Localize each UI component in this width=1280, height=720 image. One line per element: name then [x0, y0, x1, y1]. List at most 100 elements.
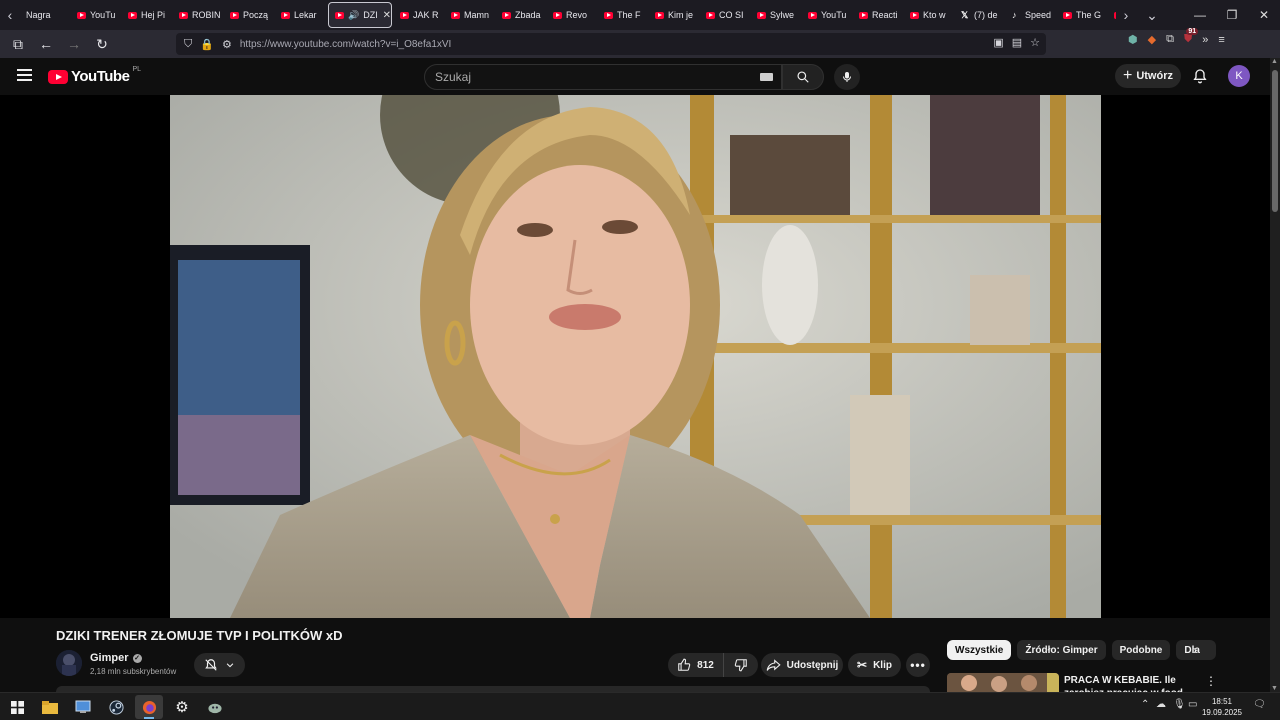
clip-button[interactable]: ✂ Klip [848, 653, 901, 677]
page-scrollbar[interactable]: ▲ ▼ [1270, 58, 1280, 692]
microphone-tray-icon[interactable]: 🎙 [1173, 699, 1186, 710]
close-window-icon[interactable]: ✕ [1248, 0, 1280, 30]
reload-icon[interactable]: ↻ [90, 32, 114, 56]
minimize-icon[interactable]: — [1184, 0, 1216, 30]
tabs-scroll-right-button[interactable]: › [1116, 0, 1136, 30]
search-input[interactable]: Szukaj [424, 64, 782, 90]
picture-in-picture-icon[interactable]: ▣ [993, 36, 1003, 49]
extensions-puzzle-icon[interactable]: ⧉ [1166, 33, 1174, 46]
maximize-icon[interactable]: ❐ [1216, 0, 1248, 30]
browser-tab[interactable]: The G [1057, 2, 1108, 28]
permissions-icon[interactable]: ⚙ [222, 38, 232, 51]
scrollbar-thumb[interactable] [1272, 70, 1278, 212]
file-explorer-icon[interactable] [36, 695, 64, 719]
steam-icon[interactable] [102, 695, 130, 719]
system-clock[interactable]: 18:51 19.09.2025 [1200, 696, 1244, 718]
more-vertical-icon[interactable]: ⋮ [1205, 674, 1217, 688]
voice-search-button[interactable] [834, 64, 860, 90]
tab-label: Mamn [464, 10, 490, 20]
tab-label: Kto w [923, 10, 946, 20]
browser-tab[interactable]: Reacti [853, 2, 904, 28]
lock-icon[interactable]: 🔒 [200, 38, 214, 51]
like-button[interactable]: 812 [668, 653, 724, 677]
browser-tab[interactable] [1108, 2, 1116, 28]
browser-tab[interactable]: YouTu [802, 2, 853, 28]
notifications-bell-icon[interactable] [1192, 68, 1208, 84]
share-label: Udostępnij [786, 659, 839, 671]
app-icon[interactable] [201, 695, 229, 719]
browser-tab-active[interactable]: 🔊 DZI ✕ [328, 2, 392, 28]
browser-tab[interactable]: Mamn [445, 2, 496, 28]
browser-tab[interactable]: Zbada [496, 2, 547, 28]
notifications-icon[interactable]: 🗨 [1253, 699, 1266, 710]
youtube-logo-text: YouTube [71, 68, 130, 85]
shield-icon[interactable]: ⛉ [184, 38, 192, 51]
firefox-icon[interactable] [135, 695, 163, 719]
app-menu-icon[interactable]: ≡ [1218, 34, 1224, 46]
chevron-right-icon[interactable]: › [1193, 643, 1197, 657]
speaker-icon[interactable]: 🔊 [348, 10, 359, 21]
plus-icon: + [1122, 67, 1133, 84]
tabs-scroll-left-button[interactable]: ‹ [0, 0, 20, 30]
browser-tab[interactable]: CO SI [700, 2, 751, 28]
search-button[interactable] [782, 64, 824, 90]
browser-tab[interactable]: Lekar [275, 2, 326, 28]
forward-icon[interactable]: → [62, 32, 86, 56]
recommended-video-title[interactable]: PRACA W KEBABIE. Ile zarobisz pracując w… [1064, 674, 1200, 692]
guide-menu-icon[interactable] [17, 69, 32, 81]
browser-tab[interactable]: Hej Pi [122, 2, 173, 28]
create-button[interactable]: + Utwórz [1115, 64, 1181, 88]
address-bar[interactable]: ⛉ 🔒 ⚙ https://www.youtube.com/watch?v=i_… [176, 33, 1046, 55]
browser-tab[interactable]: The F [598, 2, 649, 28]
tiktok-favicon-icon: ♪ [1012, 10, 1017, 20]
channel-name-text[interactable]: Gimper [90, 652, 129, 664]
chip-from-channel[interactable]: Źródło: Gimper [1017, 640, 1106, 660]
chip-related[interactable]: Podobne [1111, 640, 1171, 660]
browser-tab[interactable]: Kto w [904, 2, 955, 28]
share-button[interactable]: Udostępnij [761, 653, 843, 677]
bookmark-star-icon[interactable]: ☆ [1030, 36, 1040, 49]
network-icon[interactable]: ▭ [1188, 699, 1197, 710]
browser-tab[interactable]: ROBIN [173, 2, 224, 28]
list-all-tabs-button[interactable]: ⌄ [1142, 0, 1162, 30]
browser-tab[interactable]: Sylwe [751, 2, 802, 28]
account-avatar[interactable]: K [1228, 65, 1250, 87]
browser-tab[interactable]: Revo [547, 2, 598, 28]
overflow-chevron-icon[interactable]: » [1202, 34, 1208, 46]
video-player[interactable] [170, 95, 1101, 618]
ublock-extension-icon[interactable]: ⛊ 91 [1184, 28, 1199, 46]
browser-tab[interactable]: JAK R [394, 2, 445, 28]
channel-name[interactable]: Gimper ✓ [90, 652, 142, 664]
dislike-button[interactable] [724, 653, 758, 677]
browser-tab[interactable]: ♪ Speed [1006, 2, 1057, 28]
recommended-video-thumbnail[interactable] [947, 673, 1059, 692]
browser-tab[interactable]: Nagra [20, 2, 71, 28]
browser-tab[interactable]: Kim je [649, 2, 700, 28]
tab-list: Nagra YouTu Hej Pi ROBIN Począ Lekar 🔊 DZ… [20, 0, 1116, 30]
back-icon[interactable]: ← [34, 32, 58, 56]
browser-tab[interactable]: YouTu [71, 2, 122, 28]
sidebar-toggle-icon[interactable]: ⧉ [6, 32, 30, 56]
browser-tab[interactable]: Począ [224, 2, 275, 28]
close-tab-icon[interactable]: ✕ [383, 10, 391, 21]
subscription-notifications-button[interactable] [194, 653, 245, 677]
remote-desktop-icon[interactable] [69, 695, 97, 719]
scroll-down-arrow-icon[interactable]: ▼ [1271, 685, 1278, 692]
browser-tab[interactable]: 𝕏 (7) de [955, 2, 1006, 28]
youtube-favicon-icon [128, 11, 137, 19]
more-actions-button[interactable]: ••• [906, 653, 930, 677]
tray-overflow-chevron-icon[interactable]: ⌃ [1141, 699, 1149, 710]
windows-start-icon[interactable] [3, 695, 31, 719]
scroll-up-arrow-icon[interactable]: ▲ [1271, 58, 1278, 65]
url-text[interactable]: https://www.youtube.com/watch?v=i_O8efa1… [240, 39, 452, 50]
onedrive-cloud-icon[interactable]: ☁ [1156, 699, 1166, 710]
vpn-extension-icon[interactable]: ⬢ [1128, 33, 1138, 46]
channel-avatar[interactable] [56, 650, 82, 676]
microphone-icon [843, 72, 851, 82]
keyboard-icon[interactable] [760, 73, 773, 81]
youtube-logo[interactable]: YouTube PL [48, 66, 141, 85]
fox-extension-icon[interactable]: ◆ [1148, 33, 1156, 46]
reader-view-icon[interactable]: ▤ [1012, 36, 1022, 49]
settings-gear-icon[interactable]: ⚙ [168, 695, 196, 719]
chip-all[interactable]: Wszystkie [947, 640, 1012, 660]
